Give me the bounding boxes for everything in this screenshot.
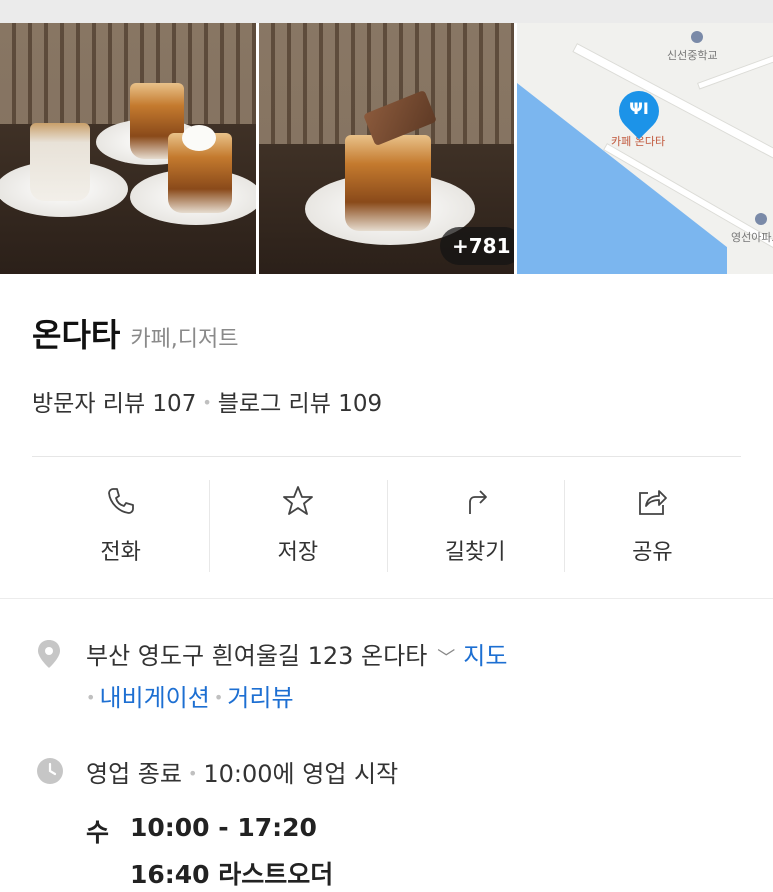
restaurant-pin-icon: ΨΙ — [610, 82, 668, 143]
hours-status-row[interactable]: 영업 종료 • 10:00에 영업 시작 — [86, 754, 398, 789]
hours-status: 영업 종료 — [86, 760, 182, 788]
more-photos-badge[interactable]: +781 — [440, 227, 514, 265]
street-view-link[interactable]: 거리뷰 — [227, 684, 293, 712]
call-button[interactable]: 전화 — [32, 470, 209, 580]
directions-label: 길찾기 — [444, 540, 506, 565]
top-bar — [0, 0, 773, 23]
chevron-down-icon[interactable]: ﹀ — [437, 648, 455, 669]
place-title-row: 온다타 카페,디저트 — [32, 310, 239, 354]
photo-gallery: +781 신선중학교 카페 온다타 영선아파트 ΨΙ — [0, 23, 773, 274]
star-icon — [282, 486, 313, 515]
call-label: 전화 — [100, 540, 141, 565]
photo-drinks[interactable] — [0, 23, 256, 274]
location-pin-icon — [38, 640, 60, 668]
divider — [32, 456, 741, 457]
place-name: 온다타 — [32, 316, 121, 354]
share-label: 공유 — [632, 540, 673, 565]
building-marker-icon — [755, 213, 767, 225]
share-button[interactable]: 공유 — [563, 470, 741, 580]
save-label: 저장 — [277, 540, 319, 565]
wood-slats — [0, 23, 256, 133]
cream-top — [182, 125, 216, 151]
address-text[interactable]: 부산 영도구 흰여울길 123 온다타 — [86, 642, 427, 670]
phone-icon — [107, 488, 134, 514]
map-thumbnail[interactable]: 신선중학교 카페 온다타 영선아파트 ΨΙ — [517, 23, 773, 274]
school-marker-icon — [691, 31, 703, 43]
milk-glass — [30, 123, 90, 201]
map-link[interactable]: 지도 — [463, 642, 507, 670]
address-row: 부산 영도구 흰여울길 123 온다타 ﹀ 지도 — [86, 636, 507, 671]
navigation-link[interactable]: 내비게이션 — [99, 684, 209, 712]
directions-button[interactable]: 길찾기 — [386, 470, 564, 580]
clock-icon — [37, 758, 63, 784]
directions-icon — [469, 490, 488, 514]
map-label-school: 신선중학교 — [667, 49, 718, 62]
coffee-glass — [345, 135, 431, 231]
separator-dot: • — [187, 764, 198, 783]
photo-dessert[interactable]: +781 — [259, 23, 514, 274]
share-icon — [639, 490, 668, 515]
save-button[interactable]: 저장 — [209, 470, 386, 580]
map-label-apartment: 영선아파트 — [731, 231, 773, 244]
schedule-time: 10:00 - 17:20 — [130, 813, 317, 842]
separator-dot: • — [86, 688, 96, 707]
section-divider — [0, 598, 773, 599]
blog-review-link[interactable]: 블로그 리뷰 109 — [218, 391, 382, 417]
address-links: • 내비게이션 • 거리뷰 — [82, 678, 294, 713]
place-category: 카페,디저트 — [130, 327, 239, 352]
schedule-day: 수 — [86, 818, 110, 847]
visitor-review-link[interactable]: 방문자 리뷰 107 — [32, 391, 196, 417]
separator-dot: • — [202, 393, 212, 412]
separator-dot: • — [213, 688, 224, 707]
review-counts: 방문자 리뷰 107 • 블로그 리뷰 109 — [32, 384, 382, 418]
action-bar: 전화 저장 길찾기 공유 — [32, 470, 741, 580]
hours-next-open: 10:00에 영업 시작 — [203, 760, 399, 788]
last-order-time: 16:40 라스트오더 — [130, 860, 334, 889]
